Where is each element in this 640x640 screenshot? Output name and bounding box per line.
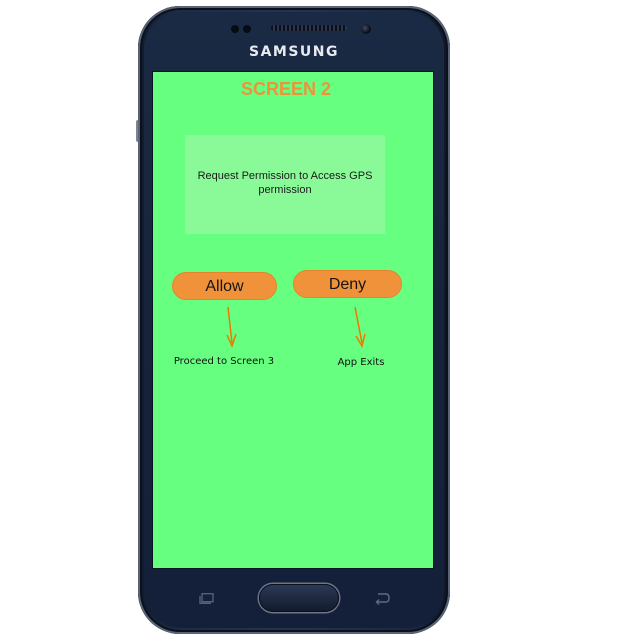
deny-button[interactable]: Deny	[293, 270, 402, 298]
back-icon[interactable]	[374, 591, 390, 605]
mockup-canvas: SAMSUNG SCREEN 2 Request Permission to A…	[0, 0, 640, 640]
permission-dialog: Request Permission to Access GPS permiss…	[185, 135, 385, 234]
allow-result-note: Proceed to Screen 3	[173, 356, 275, 367]
deny-result-note: App Exits	[337, 357, 385, 368]
screen-title: SCREEN 2	[240, 79, 332, 99]
front-camera-icon	[361, 24, 371, 34]
permission-message: Request Permission to Access GPS permiss…	[197, 170, 373, 196]
light-sensor	[243, 25, 251, 33]
home-button[interactable]	[259, 584, 339, 612]
brand-logo: SAMSUNG	[248, 44, 339, 60]
earpiece-speaker	[271, 25, 347, 31]
allow-button[interactable]: Allow	[172, 272, 277, 300]
proximity-sensor	[231, 25, 239, 33]
recent-apps-icon[interactable]	[199, 593, 214, 604]
